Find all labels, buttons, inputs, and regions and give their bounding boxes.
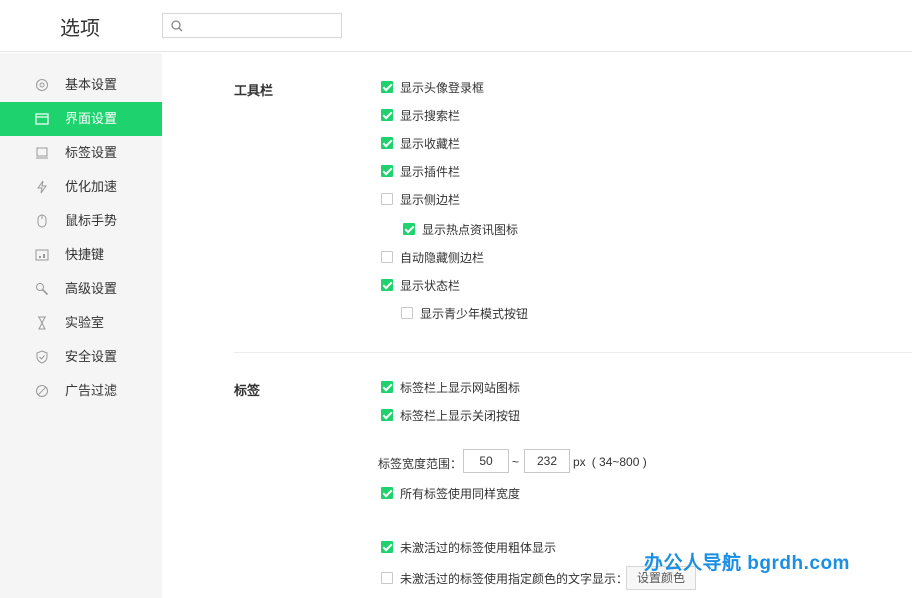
sidebar-item-label: 广告过滤: [65, 383, 118, 398]
option-label: 显示侧边栏: [400, 192, 461, 207]
sidebar-item-ad-filter[interactable]: 广告过滤: [0, 374, 162, 408]
option-inactive-tabs-color[interactable]: 未激活过的标签使用指定颜色的文字显示：: [381, 570, 628, 586]
checkbox[interactable]: [381, 381, 393, 393]
option-label: 显示插件栏: [400, 164, 461, 179]
page-title: 选项: [60, 18, 100, 40]
sidebar-item-shortcuts[interactable]: 快捷键: [0, 238, 162, 272]
sidebar-item-label: 基本设置: [65, 77, 118, 92]
option-label: 显示收藏栏: [400, 136, 461, 151]
checkbox[interactable]: [381, 109, 393, 121]
sidebar-item-advanced[interactable]: 高级设置: [0, 272, 162, 306]
settings-panel: 工具栏 显示头像登录框 显示搜索栏 显示收藏栏 显示插件栏 显示侧边栏 显示热点…: [162, 53, 912, 598]
sidebar-item-tabs[interactable]: 标签设置: [0, 136, 162, 170]
option-label: 显示状态栏: [400, 278, 461, 293]
window-icon: [35, 113, 49, 125]
checkbox[interactable]: [381, 572, 393, 584]
option-show-hot-news-icon[interactable]: 显示热点资讯图标: [403, 221, 518, 237]
option-show-search-bar[interactable]: 显示搜索栏: [381, 107, 460, 123]
sidebar: 基本设置 界面设置 标签设置 优化加速 鼠标手势 快捷键 高级设置 实验室 安全…: [0, 53, 162, 598]
option-show-sidebar[interactable]: 显示侧边栏: [381, 191, 460, 207]
tab-width-unit: px ( 34~800 ): [573, 455, 647, 469]
option-tab-show-site-icon[interactable]: 标签栏上显示网站图标: [381, 379, 520, 395]
sidebar-item-security[interactable]: 安全设置: [0, 340, 162, 374]
block-icon: [36, 385, 48, 397]
checkbox[interactable]: [401, 307, 413, 319]
search-box[interactable]: [162, 13, 342, 38]
sidebar-item-label: 标签设置: [65, 145, 118, 160]
option-label: 显示搜索栏: [400, 108, 461, 123]
checkbox[interactable]: [403, 223, 415, 235]
option-tab-show-close-button[interactable]: 标签栏上显示关闭按钮: [381, 407, 520, 423]
option-label: 标签栏上显示网站图标: [400, 380, 521, 395]
search-input[interactable]: [187, 16, 337, 35]
option-label: 标签栏上显示关闭按钮: [400, 408, 521, 423]
search-icon: [171, 20, 183, 32]
sidebar-item-interface[interactable]: 界面设置: [0, 102, 162, 136]
shield-icon: [36, 350, 48, 364]
range-separator: ~: [512, 455, 520, 469]
checkbox[interactable]: [381, 165, 393, 177]
section-divider: [234, 352, 912, 353]
checkbox[interactable]: [381, 279, 393, 291]
sidebar-item-optimize[interactable]: 优化加速: [0, 170, 162, 204]
checkbox[interactable]: [381, 81, 393, 93]
sidebar-item-label: 鼠标手势: [65, 213, 118, 228]
section-title-toolbar: 工具栏: [234, 83, 274, 98]
wrench-icon: [36, 283, 49, 296]
option-show-favorites-bar[interactable]: 显示收藏栏: [381, 135, 460, 151]
option-show-status-bar[interactable]: 显示状态栏: [381, 277, 460, 293]
mouse-icon: [37, 214, 47, 228]
option-tabs-same-width[interactable]: 所有标签使用同样宽度: [381, 485, 520, 501]
option-label: 未激活过的标签使用粗体显示: [400, 540, 557, 555]
range-hint: ( 34~800 ): [591, 455, 647, 469]
tab-width-range-label: 标签宽度范围：: [378, 457, 463, 471]
checkbox[interactable]: [381, 541, 393, 553]
option-label: 所有标签使用同样宽度: [400, 486, 521, 501]
option-label: 显示热点资讯图标: [422, 222, 519, 237]
option-label: 显示青少年模式按钮: [420, 306, 529, 321]
sidebar-item-label: 优化加速: [65, 179, 118, 194]
option-show-youth-mode-button[interactable]: 显示青少年模式按钮: [401, 305, 528, 321]
checkbox[interactable]: [381, 487, 393, 499]
sidebar-item-label: 界面设置: [65, 111, 118, 126]
tab-width-max-input[interactable]: 232: [524, 449, 570, 473]
sidebar-item-lab[interactable]: 实验室: [0, 306, 162, 340]
lightning-icon: [37, 180, 47, 194]
option-show-plugin-bar[interactable]: 显示插件栏: [381, 163, 460, 179]
keyboard-icon: [35, 249, 49, 261]
sidebar-item-label: 高级设置: [65, 281, 118, 296]
tab-icon: [36, 147, 48, 159]
section-title-tabs: 标签: [234, 383, 261, 398]
checkbox[interactable]: [381, 409, 393, 421]
option-auto-hide-sidebar[interactable]: 自动隐藏侧边栏: [381, 249, 484, 265]
sidebar-item-label: 安全设置: [65, 349, 118, 364]
option-inactive-tabs-bold[interactable]: 未激活过的标签使用粗体显示: [381, 539, 556, 555]
sidebar-item-label: 实验室: [65, 315, 105, 330]
checkbox[interactable]: [381, 251, 393, 263]
option-label: 显示头像登录框: [400, 80, 485, 95]
sidebar-item-label: 快捷键: [65, 247, 105, 262]
sidebar-item-basic[interactable]: 基本设置: [0, 68, 162, 102]
flask-icon: [38, 316, 46, 330]
checkbox[interactable]: [381, 193, 393, 205]
sidebar-item-mouse-gesture[interactable]: 鼠标手势: [0, 204, 162, 238]
option-label: 自动隐藏侧边栏: [400, 250, 485, 265]
option-show-avatar-login[interactable]: 显示头像登录框: [381, 79, 484, 95]
tab-width-min-input[interactable]: 50: [463, 449, 509, 473]
header: 选项: [0, 0, 912, 52]
gear-icon: [36, 79, 48, 91]
watermark: 办公人导航 bgrdh.com: [644, 553, 850, 574]
unit-text: px: [573, 455, 586, 469]
option-label: 未激活过的标签使用指定颜色的文字显示：: [400, 571, 629, 586]
checkbox[interactable]: [381, 137, 393, 149]
